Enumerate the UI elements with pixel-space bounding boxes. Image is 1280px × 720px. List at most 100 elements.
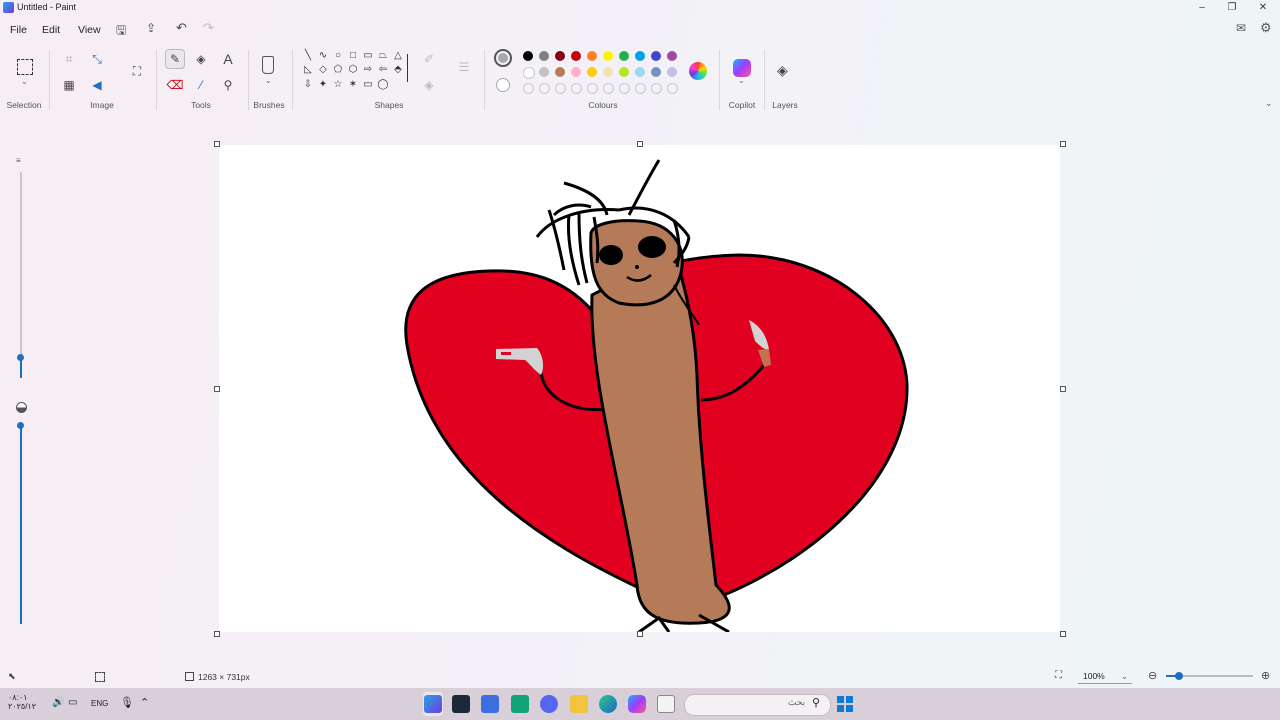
zoom-select[interactable]: 100% ⌄: [1078, 668, 1132, 684]
menu-file[interactable]: File: [8, 23, 29, 37]
chevron-down-icon[interactable]: ⌄: [21, 77, 28, 86]
fill-icon[interactable]: ◈: [192, 50, 210, 68]
microphone-icon[interactable]: 🎙: [120, 696, 134, 709]
brush-size-knob[interactable]: [17, 354, 24, 361]
custom-colour-slot[interactable]: [635, 83, 646, 94]
zoom-in-icon[interactable]: ⊕: [1261, 669, 1270, 682]
resize-handle-left[interactable]: [214, 386, 220, 392]
drawing-canvas[interactable]: [219, 145, 1060, 634]
colour-swatch[interactable]: [555, 51, 565, 61]
colour-swatch[interactable]: [539, 67, 549, 77]
ribbon-collapse-chevron-icon[interactable]: ⌄: [1265, 98, 1273, 109]
diamond-shape-icon[interactable]: ◇: [317, 64, 329, 76]
brush-size-track[interactable]: [20, 172, 22, 358]
copilot-icon[interactable]: [733, 59, 751, 77]
magnifier-icon[interactable]: ⚲: [219, 76, 237, 94]
shape-outline-icon[interactable]: ✐: [420, 50, 438, 68]
down-arrow-shape-icon[interactable]: ⇩: [302, 79, 314, 91]
colour-swatch[interactable]: [667, 67, 677, 77]
colour-swatch[interactable]: [635, 51, 645, 61]
callout-rectangle-shape-icon[interactable]: ▭: [362, 79, 374, 91]
polygon-shape-icon[interactable]: ⏢: [377, 50, 389, 62]
colour-swatch[interactable]: [571, 67, 581, 77]
custom-colour-slot[interactable]: [667, 83, 678, 94]
resize-handle-right[interactable]: [1060, 386, 1066, 392]
right-triangle-shape-icon[interactable]: ◺: [302, 64, 314, 76]
colour-swatch[interactable]: [635, 67, 645, 77]
colour-swatch[interactable]: [619, 51, 629, 61]
rotate-icon[interactable]: ◀: [88, 76, 106, 94]
colour-swatch[interactable]: [619, 67, 629, 77]
custom-colour-slot[interactable]: [555, 83, 566, 94]
custom-colour-slot[interactable]: [603, 83, 614, 94]
language-indicator[interactable]: ENG: [91, 699, 108, 708]
steam-icon[interactable]: [452, 695, 470, 713]
custom-colour-slot[interactable]: [619, 83, 630, 94]
menu-view[interactable]: View: [76, 23, 103, 37]
remove-background-icon[interactable]: ▦: [60, 76, 78, 94]
chevron-down-icon[interactable]: ⌄: [265, 76, 272, 85]
close-button[interactable]: ✕: [1254, 1, 1272, 15]
resize-handle-top[interactable]: [637, 141, 643, 147]
settings-icon[interactable]: ⚙: [1260, 20, 1272, 36]
fit-to-window-icon[interactable]: ⛶: [1055, 670, 1062, 681]
image-select-icon[interactable]: ⛶: [128, 62, 146, 80]
five-point-star-shape-icon[interactable]: ☆: [332, 79, 344, 91]
colour-picker-icon[interactable]: ⁄: [192, 76, 210, 94]
six-point-star-shape-icon[interactable]: ✶: [347, 79, 359, 91]
right-arrow-shape-icon[interactable]: ⇨: [362, 64, 374, 76]
taskbar-clock[interactable]: ٠٨:٠١ ٢٠٢٥/١٢: [8, 693, 36, 711]
volume-icon[interactable]: 🔊: [52, 697, 64, 708]
taskbar-search-input[interactable]: [684, 694, 831, 716]
resize-handle-bottom-right[interactable]: [1060, 631, 1066, 637]
colour-swatch[interactable]: [651, 67, 661, 77]
edit-colours-icon[interactable]: [689, 62, 707, 80]
task-view-icon[interactable]: [657, 695, 675, 713]
app-icon[interactable]: [481, 695, 499, 713]
colour-swatch[interactable]: [587, 67, 597, 77]
left-arrow-shape-icon[interactable]: ⇦: [377, 64, 389, 76]
selection-tool-icon[interactable]: [17, 59, 33, 75]
shape-fill-icon[interactable]: ◈: [420, 76, 438, 94]
callout-oval-shape-icon[interactable]: ◯: [377, 79, 389, 91]
feedback-icon[interactable]: ✉: [1236, 21, 1246, 35]
custom-colour-slot[interactable]: [587, 83, 598, 94]
oval-shape-icon[interactable]: ○: [332, 50, 344, 62]
colour-swatch[interactable]: [555, 67, 565, 77]
triangle-shape-icon[interactable]: △: [392, 50, 404, 62]
layers-icon[interactable]: ◈: [777, 62, 788, 79]
up-arrow-shape-icon[interactable]: ⬘: [392, 64, 404, 76]
windows-start-icon[interactable]: [837, 696, 853, 712]
discord-icon[interactable]: [540, 695, 558, 713]
shape-size-icon[interactable]: ☰: [455, 58, 473, 76]
file-explorer-icon[interactable]: [570, 695, 588, 713]
zoom-out-icon[interactable]: ⊖: [1148, 669, 1157, 682]
opacity-knob[interactable]: [17, 422, 24, 429]
resize-handle-top-right[interactable]: [1060, 141, 1066, 147]
resize-handle-bottom-left[interactable]: [214, 631, 220, 637]
undo-icon[interactable]: ↶: [176, 20, 187, 36]
colour-swatch[interactable]: [539, 51, 549, 61]
four-point-star-shape-icon[interactable]: ✦: [317, 79, 329, 91]
save-icon[interactable]: 🖫: [116, 21, 126, 42]
copilot-taskbar-icon[interactable]: [628, 695, 646, 713]
share-icon[interactable]: ⇪: [146, 21, 156, 35]
chevron-down-icon[interactable]: ⌄: [738, 76, 745, 85]
paint-icon[interactable]: [424, 695, 442, 713]
network-icon[interactable]: ▭: [68, 697, 77, 708]
edge-icon[interactable]: [599, 695, 617, 713]
line-shape-icon[interactable]: ╲: [302, 50, 314, 62]
show-hidden-icons-chevron-icon[interactable]: ⌃: [140, 696, 149, 709]
pentagon-shape-icon[interactable]: ⬠: [332, 64, 344, 76]
custom-colour-slot[interactable]: [571, 83, 582, 94]
brush-icon[interactable]: [262, 56, 274, 74]
secondary-colour-swatch[interactable]: [496, 78, 510, 92]
custom-colour-slot[interactable]: [523, 83, 534, 94]
crop-icon[interactable]: ⌗: [60, 50, 78, 68]
callout-cloud-shape-icon[interactable]: [392, 79, 404, 91]
curve-shape-icon[interactable]: ∿: [317, 50, 329, 62]
redo-icon[interactable]: ↷: [203, 20, 214, 36]
menu-edit[interactable]: Edit: [40, 23, 62, 37]
colour-swatch[interactable]: [587, 51, 597, 61]
custom-colour-slot[interactable]: [651, 83, 662, 94]
